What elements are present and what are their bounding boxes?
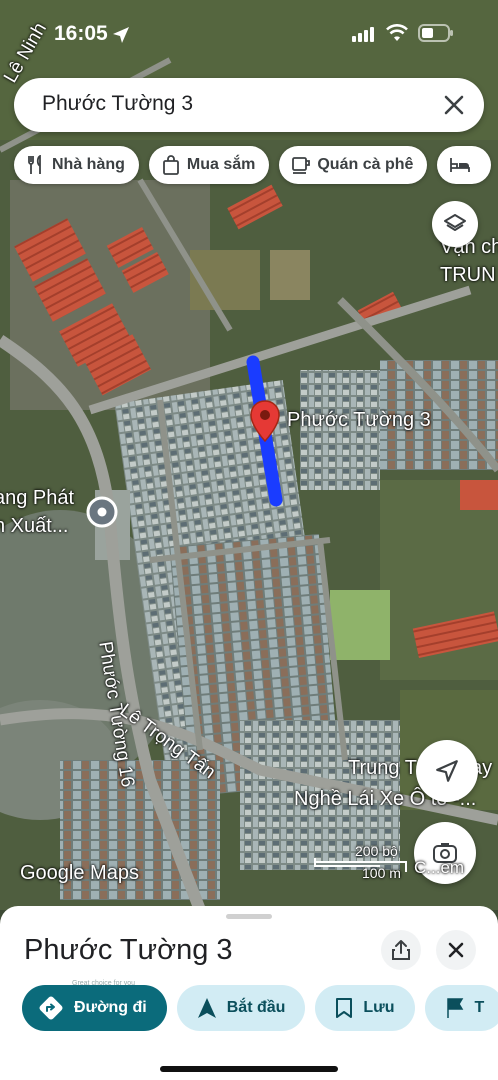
cellular-signal-icon xyxy=(352,27,374,42)
battery-icon xyxy=(418,24,453,42)
bookmark-icon xyxy=(336,998,353,1018)
place-label-1a: ang Phát xyxy=(0,487,75,509)
scale-meters: 100 m xyxy=(362,865,401,881)
chip-hotels[interactable] xyxy=(437,146,492,184)
lens-label: C...em xyxy=(414,858,465,877)
shopping-bag-icon xyxy=(162,155,179,175)
save-button[interactable]: Lưu xyxy=(315,985,415,1031)
coffee-icon xyxy=(292,157,311,174)
layers-button[interactable] xyxy=(432,201,478,247)
more-label: T xyxy=(474,999,485,1016)
pin-label: Phước Tường 3 xyxy=(287,409,431,431)
satellite-map[interactable]: Phước Tường 3 ang Phát n Xuất... Trung T… xyxy=(0,0,498,910)
navigation-arrow-icon xyxy=(436,760,458,782)
action-buttons: Đường đi Bắt đầu Lưu T xyxy=(22,985,498,1031)
google-maps-attribution: Google Maps xyxy=(20,862,139,884)
close-icon xyxy=(448,942,464,958)
directions-icon xyxy=(39,996,63,1020)
chip-restaurants[interactable]: Nhà hàng xyxy=(14,146,139,184)
place-label-2a: Trung T xyxy=(348,757,417,779)
chip-coffee[interactable]: Quán cà phê xyxy=(279,146,428,184)
chip-shopping[interactable]: Mua sắm xyxy=(148,146,270,184)
share-icon xyxy=(392,940,410,960)
chip-label: Mua sắm xyxy=(186,156,256,173)
navigation-icon xyxy=(197,998,216,1018)
home-indicator[interactable] xyxy=(160,1066,338,1072)
directions-label: Đường đi xyxy=(74,999,147,1016)
place-label-1b: n Xuất... xyxy=(0,515,69,537)
close-sheet-button[interactable] xyxy=(436,930,476,970)
restaurant-icon xyxy=(28,155,41,174)
scale-feet: 200 bộ xyxy=(355,843,398,859)
hotel-icon xyxy=(450,158,471,172)
flag-icon xyxy=(446,998,463,1018)
place-bottom-sheet[interactable]: Phước Tường 3 Great choice for you Đường… xyxy=(0,906,498,1080)
sheet-drag-handle[interactable] xyxy=(226,914,272,919)
start-button[interactable]: Bắt đầu xyxy=(176,985,306,1031)
category-chips: Nhà hàng Mua sắm Quán cà phê xyxy=(14,146,492,184)
my-location-button[interactable] xyxy=(416,740,478,802)
layers-icon xyxy=(444,214,466,231)
close-icon[interactable] xyxy=(438,89,470,121)
search-bar[interactable]: Phước Tường 3 xyxy=(14,78,484,132)
save-label: Lưu xyxy=(363,999,395,1016)
status-time: 16:05 xyxy=(54,22,108,45)
search-query[interactable]: Phước Tường 3 xyxy=(42,92,193,116)
location-arrow-icon xyxy=(113,27,129,43)
directions-button[interactable]: Đường đi xyxy=(22,985,167,1031)
place-label-3b: TRUN xyxy=(440,264,496,286)
status-bar: 16:05 xyxy=(0,0,498,64)
more-button[interactable]: T xyxy=(424,985,498,1031)
chip-label: Nhà hàng xyxy=(52,156,125,173)
share-button[interactable] xyxy=(381,930,421,970)
start-label: Bắt đầu xyxy=(226,999,286,1016)
place-title: Phước Tường 3 xyxy=(24,934,233,966)
location-pin-icon[interactable] xyxy=(250,400,280,442)
chip-label: Quán cà phê xyxy=(317,156,414,173)
wifi-icon xyxy=(386,24,408,41)
